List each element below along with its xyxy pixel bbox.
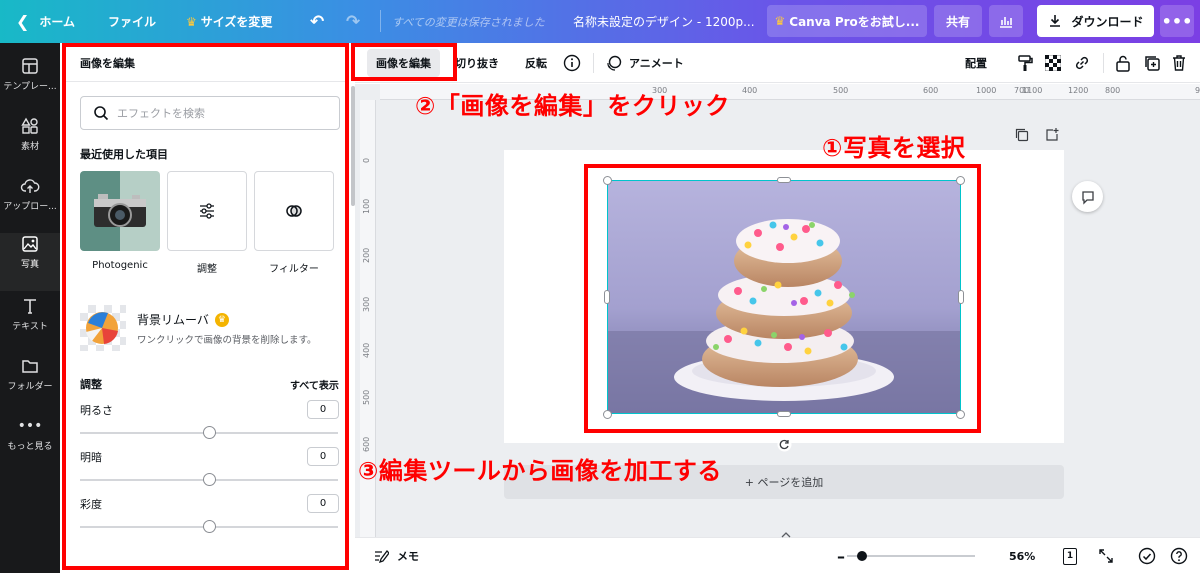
- crown-icon: ♛: [774, 14, 786, 28]
- add-page-icon[interactable]: [1045, 128, 1059, 142]
- crop-button[interactable]: 切り抜き: [455, 43, 499, 83]
- paint-roller-icon[interactable]: [1017, 43, 1033, 83]
- divider: [593, 53, 594, 73]
- divider: [380, 10, 381, 32]
- chevron-left-icon: ❮: [16, 12, 30, 31]
- rail-item-photos[interactable]: 写真: [0, 233, 60, 291]
- divider: [1103, 53, 1104, 73]
- rail-item-text[interactable]: テキスト: [0, 295, 60, 353]
- animate-icon: [607, 55, 622, 71]
- notes-button[interactable]: メモ: [373, 538, 419, 573]
- flip-button[interactable]: 反転: [525, 43, 547, 83]
- lock-icon[interactable]: [1115, 43, 1131, 83]
- template-icon: [22, 58, 38, 74]
- context-toolbar: 画像を編集 切り抜き 反転 アニメート 配置: [355, 43, 1200, 83]
- help-icon[interactable]: [1170, 538, 1188, 573]
- download-button[interactable]: ダウンロード: [1037, 5, 1154, 37]
- transparency-icon[interactable]: [1045, 43, 1061, 83]
- more-options-button[interactable]: •••: [1160, 5, 1194, 37]
- resize-button[interactable]: ♛ サイズを変更: [186, 0, 272, 43]
- folder-icon: [22, 360, 38, 373]
- save-status: すべての変更は保存されました: [392, 15, 545, 29]
- info-icon[interactable]: [563, 43, 581, 83]
- canva-pro-trial-button[interactable]: ♛ Canva Proをお試し...: [767, 5, 927, 37]
- file-menu[interactable]: ファイル: [108, 0, 156, 43]
- annotation-step-3: ③編集ツールから画像を加工する: [358, 457, 722, 485]
- annotation-edit-button-box: [351, 43, 457, 81]
- cloud-upload-icon: [20, 179, 40, 193]
- annotation-panel-box: [62, 43, 349, 570]
- text-icon: [24, 299, 36, 314]
- top-bar: ❮ ホーム ファイル ♛ サイズを変更 ↶ ↷ すべての変更は保存されました 名…: [0, 0, 1200, 43]
- notes-icon: [375, 550, 389, 564]
- comment-button[interactable]: [1072, 181, 1103, 212]
- zoom-percentage[interactable]: 56%: [1009, 538, 1035, 573]
- zoom-out-icon[interactable]: –: [837, 538, 845, 573]
- arrange-button[interactable]: 配置: [965, 43, 987, 83]
- redo-icon[interactable]: ↷: [346, 0, 360, 43]
- download-icon: [1050, 15, 1061, 27]
- undo-icon[interactable]: ↶: [310, 0, 324, 43]
- rail-item-templates[interactable]: テンプレー...: [0, 55, 60, 113]
- rail-item-uploads[interactable]: アップロー...: [0, 175, 60, 233]
- more-dots-icon: •••: [17, 418, 43, 434]
- zoom-slider-thumb[interactable]: [857, 551, 868, 561]
- copy-page-icon[interactable]: [1015, 128, 1029, 142]
- home-button[interactable]: ❮ ホーム: [16, 0, 75, 43]
- insights-button[interactable]: [989, 5, 1023, 37]
- annotation-photo-box: [584, 164, 981, 433]
- chevron-up-icon[interactable]: [780, 531, 792, 539]
- bottom-bar: メモ – 56% 1: [355, 537, 1200, 573]
- animate-button[interactable]: アニメート: [605, 43, 684, 83]
- rotate-icon[interactable]: [777, 437, 792, 452]
- crown-icon: ♛: [186, 14, 197, 29]
- comment-icon: [1081, 190, 1094, 205]
- rail-item-elements[interactable]: 素材: [0, 115, 60, 173]
- fullscreen-icon[interactable]: [1098, 538, 1114, 573]
- side-rail: テンプレー... 素材 アップロー... 写真 テキスト フォルダー ••• も…: [0, 43, 60, 573]
- check-icon[interactable]: [1138, 538, 1156, 573]
- shapes-icon: [21, 117, 38, 134]
- duplicate-icon[interactable]: [1143, 43, 1161, 83]
- link-icon[interactable]: [1073, 43, 1091, 83]
- design-title[interactable]: 名称未設定のデザイン - 1200p...: [573, 0, 755, 43]
- rail-item-folders[interactable]: フォルダー: [0, 355, 60, 413]
- share-button[interactable]: 共有: [934, 5, 982, 37]
- page-count-button[interactable]: 1: [1063, 538, 1077, 573]
- annotation-step-1: ①写真を選択: [822, 134, 966, 162]
- photo-icon: [22, 236, 38, 252]
- rail-item-more[interactable]: ••• もっと見る: [0, 415, 60, 473]
- annotation-step-2: ②「画像を編集」をクリック: [415, 92, 730, 120]
- bar-chart-icon: [1000, 17, 1012, 28]
- trash-icon[interactable]: [1171, 43, 1187, 83]
